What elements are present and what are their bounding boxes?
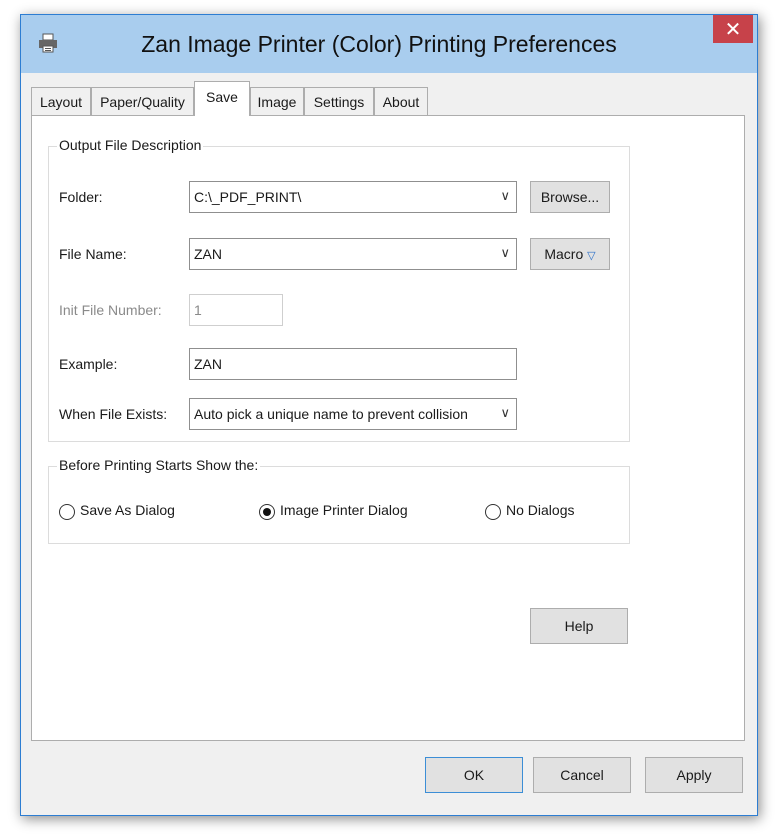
dropdown-arrow-icon: ▽ <box>587 249 596 262</box>
before-printing-group: Before Printing Starts Show the: Save As… <box>48 457 630 544</box>
folder-label: Folder: <box>59 189 103 205</box>
tab-layout[interactable]: Layout <box>31 87 91 115</box>
macro-label: Macro <box>544 246 584 262</box>
tab-save[interactable]: Save <box>194 81 250 116</box>
output-file-group: Output File Description Folder: C:\_PDF_… <box>48 137 630 442</box>
radio-selected-dot <box>263 508 271 516</box>
chevron-down-icon[interactable]: ∨ <box>500 239 510 269</box>
browse-button[interactable]: Browse... <box>530 181 610 213</box>
close-button[interactable]: ✕ <box>713 15 753 43</box>
example-field: ZAN <box>189 348 517 380</box>
cancel-button[interactable]: Cancel <box>533 757 631 793</box>
save-tab-panel: Output File Description Folder: C:\_PDF_… <box>31 115 745 741</box>
example-label: Example: <box>59 356 118 372</box>
folder-combobox[interactable]: C:\_PDF_PRINT\ ∨ <box>189 181 517 213</box>
folder-value: C:\_PDF_PRINT\ <box>194 189 302 205</box>
init-file-number-input[interactable]: 1 <box>189 294 283 326</box>
when-file-exists-select[interactable]: Auto pick a unique name to prevent colli… <box>189 398 517 430</box>
init-file-number-label: Init File Number: <box>59 302 162 318</box>
ok-button[interactable]: OK <box>425 757 523 793</box>
when-file-exists-value: Auto pick a unique name to prevent colli… <box>194 406 468 422</box>
image-printer-dialog-radio[interactable] <box>259 504 275 520</box>
preferences-window: Zan Image Printer (Color) Printing Prefe… <box>20 14 758 816</box>
tab-image[interactable]: Image <box>250 87 304 115</box>
save-as-dialog-label[interactable]: Save As Dialog <box>80 502 175 518</box>
image-printer-dialog-label[interactable]: Image Printer Dialog <box>280 502 408 518</box>
tab-settings[interactable]: Settings <box>304 87 374 115</box>
printer-icon <box>39 33 57 53</box>
filename-value: ZAN <box>194 246 222 262</box>
tab-about[interactable]: About <box>374 87 428 115</box>
output-file-legend: Output File Description <box>57 137 204 153</box>
filename-label: File Name: <box>59 246 127 262</box>
title-bar[interactable]: Zan Image Printer (Color) Printing Prefe… <box>21 15 757 73</box>
when-file-exists-label: When File Exists: <box>59 406 168 422</box>
no-dialogs-label[interactable]: No Dialogs <box>506 502 574 518</box>
apply-button[interactable]: Apply <box>645 757 743 793</box>
macro-button[interactable]: Macro ▽ <box>530 238 610 270</box>
chevron-down-icon[interactable]: ∨ <box>500 399 510 429</box>
no-dialogs-radio[interactable] <box>485 504 501 520</box>
filename-combobox[interactable]: ZAN ∨ <box>189 238 517 270</box>
save-as-dialog-radio[interactable] <box>59 504 75 520</box>
chevron-down-icon[interactable]: ∨ <box>500 182 510 212</box>
before-printing-legend: Before Printing Starts Show the: <box>57 457 261 473</box>
help-button[interactable]: Help <box>530 608 628 644</box>
window-title: Zan Image Printer (Color) Printing Prefe… <box>141 31 617 57</box>
tab-paper-quality[interactable]: Paper/Quality <box>91 87 194 115</box>
close-icon: ✕ <box>724 17 742 41</box>
